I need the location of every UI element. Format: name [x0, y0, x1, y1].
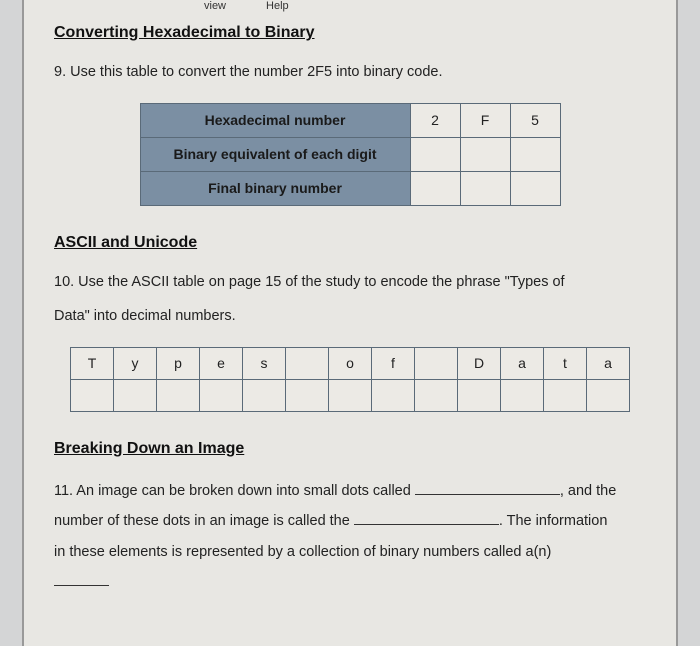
row-label-binary-equivalent: Binary equivalent of each digit [140, 137, 410, 171]
char-cell [415, 347, 458, 379]
char-cell: T [71, 347, 114, 379]
question-10-text-line2: Data" into decimal numbers. [54, 304, 646, 329]
char-cell: t [544, 347, 587, 379]
hex-conversion-table: Hexadecimal number 2 F 5 Binary equivale… [140, 103, 561, 206]
answer-cell[interactable] [71, 379, 114, 411]
q11-part4: . The information [499, 513, 608, 529]
answer-cell[interactable] [329, 379, 372, 411]
hex-digit-cell: 5 [510, 103, 560, 137]
char-cell: D [458, 347, 501, 379]
answer-cell[interactable] [510, 137, 560, 171]
answer-cell[interactable] [460, 171, 510, 205]
answer-cell[interactable] [587, 379, 630, 411]
answer-cell[interactable] [510, 171, 560, 205]
char-cell [286, 347, 329, 379]
row-label-final-binary: Final binary number [140, 171, 410, 205]
answer-cell[interactable] [286, 379, 329, 411]
answer-cell[interactable] [544, 379, 587, 411]
fill-blank[interactable] [54, 574, 109, 586]
fill-blank[interactable] [415, 483, 560, 495]
answer-cell[interactable] [460, 137, 510, 171]
answer-cell[interactable] [157, 379, 200, 411]
char-cell: s [243, 347, 286, 379]
answer-cell[interactable] [114, 379, 157, 411]
table-row: Binary equivalent of each digit [140, 137, 560, 171]
question-9-text: 9. Use this table to convert the number … [54, 60, 646, 85]
answer-cell[interactable] [458, 379, 501, 411]
answer-cell[interactable] [410, 171, 460, 205]
ascii-encoding-table: T y p e s o f D a t a [70, 347, 630, 412]
hex-digit-cell: F [460, 103, 510, 137]
answer-cell[interactable] [200, 379, 243, 411]
answer-cell[interactable] [243, 379, 286, 411]
q11-part1: 11. An image can be broken down into sma… [54, 483, 415, 499]
table-row: Final binary number [140, 171, 560, 205]
answer-cell[interactable] [410, 137, 460, 171]
ascii-char-row: T y p e s o f D a t a [71, 347, 630, 379]
char-cell: o [329, 347, 372, 379]
worksheet-page: view Help Converting Hexadecimal to Bina… [22, 0, 678, 646]
char-cell: f [372, 347, 415, 379]
answer-cell[interactable] [415, 379, 458, 411]
section-title-breaking-down-image: Breaking Down an Image [54, 440, 646, 458]
char-cell: y [114, 347, 157, 379]
fill-blank[interactable] [354, 513, 499, 525]
q11-part2: , and the [560, 483, 616, 499]
char-cell: p [157, 347, 200, 379]
menu-bar-fragment: view Help [54, 0, 646, 18]
answer-cell[interactable] [372, 379, 415, 411]
menu-help[interactable]: Help [266, 0, 289, 12]
answer-cell[interactable] [501, 379, 544, 411]
q11-part3: number of these dots in an image is call… [54, 513, 354, 529]
q11-part5: in these elements is represented by a co… [54, 544, 551, 560]
question-10-text-line1: 10. Use the ASCII table on page 15 of th… [54, 270, 646, 295]
char-cell: a [587, 347, 630, 379]
menu-view[interactable]: view [204, 0, 226, 12]
section-title-ascii-unicode: ASCII and Unicode [54, 234, 646, 252]
hex-digit-cell: 2 [410, 103, 460, 137]
section-title-hex-to-binary: Converting Hexadecimal to Binary [54, 24, 646, 42]
question-11-text: 11. An image can be broken down into sma… [54, 476, 646, 598]
ascii-answer-row [71, 379, 630, 411]
table-row: Hexadecimal number 2 F 5 [140, 103, 560, 137]
char-cell: e [200, 347, 243, 379]
char-cell: a [501, 347, 544, 379]
row-label-hex-number: Hexadecimal number [140, 103, 410, 137]
